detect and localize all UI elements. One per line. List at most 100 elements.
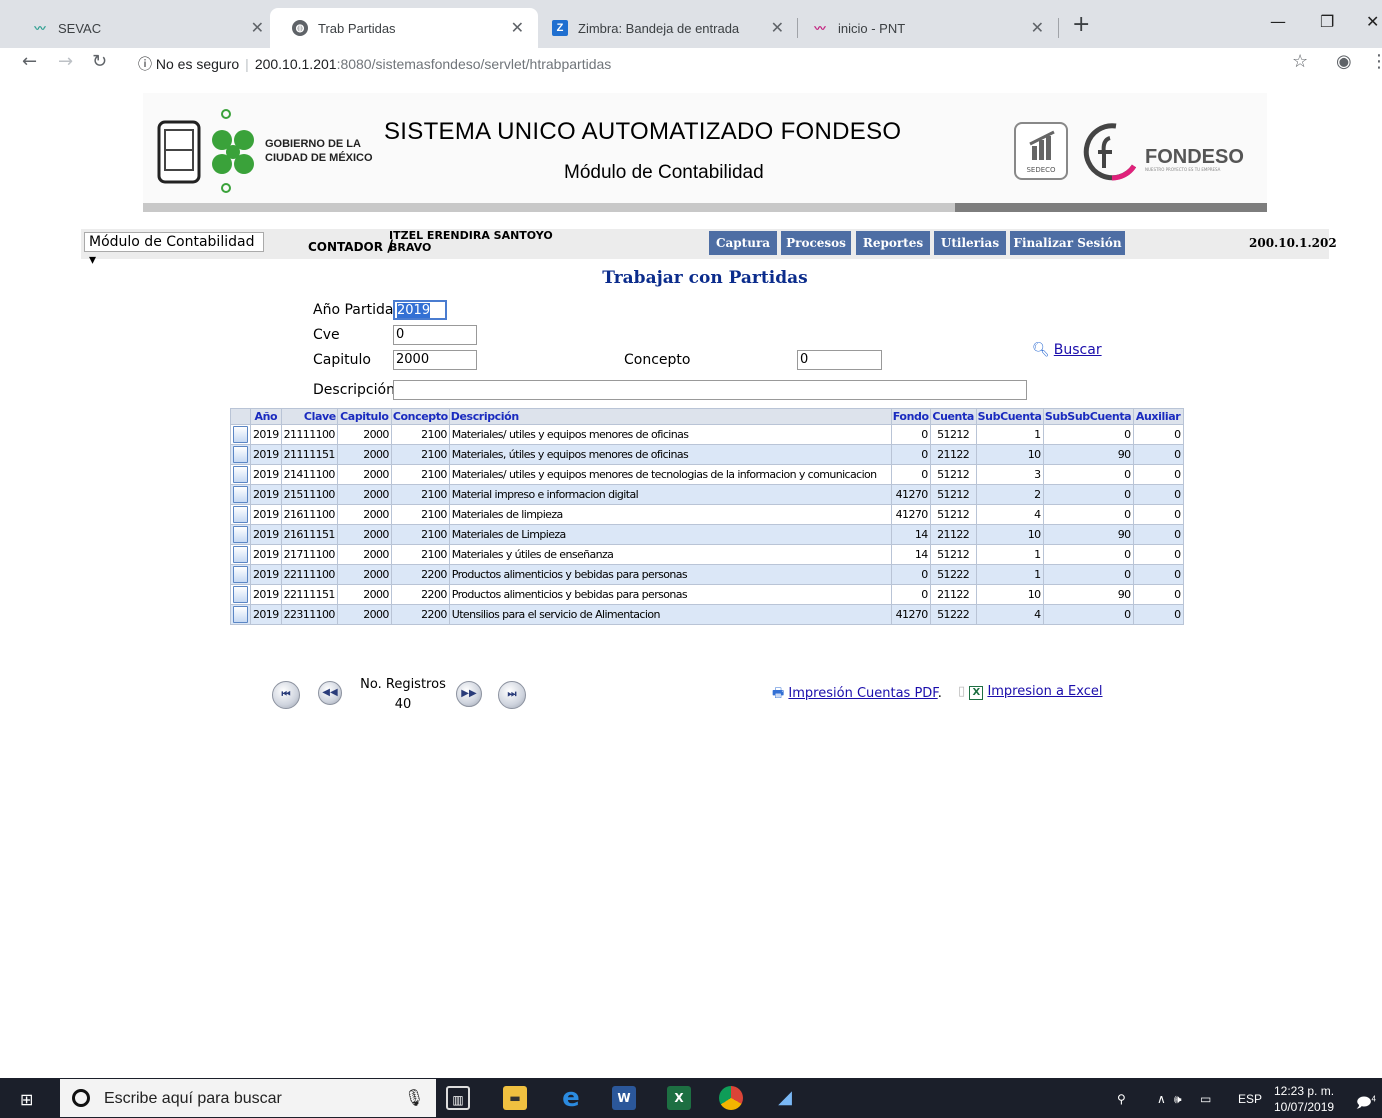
- row-action-cell[interactable]: [230, 524, 251, 545]
- column-header: Concepto: [390, 408, 450, 425]
- app-icon[interactable]: ◢: [773, 1086, 797, 1110]
- table-cell: 21511100: [280, 484, 338, 505]
- close-icon[interactable]: ✕: [1031, 18, 1044, 38]
- close-icon[interactable]: ✕: [251, 18, 264, 38]
- language-indicator[interactable]: ESP: [1238, 1092, 1262, 1106]
- document-icon[interactable]: [233, 586, 248, 603]
- table-cell: 2100: [390, 464, 450, 485]
- edge-icon[interactable]: e: [559, 1085, 583, 1111]
- tab-zimbra[interactable]: Z Zimbra: Bandeja de entrada ✕: [530, 8, 798, 48]
- row-action-cell[interactable]: [230, 444, 251, 465]
- document-icon[interactable]: [233, 466, 248, 483]
- document-icon[interactable]: [233, 506, 248, 523]
- document-icon[interactable]: [233, 526, 248, 543]
- anio-field[interactable]: 2019: [393, 300, 447, 320]
- table-cell: 22311100: [280, 604, 338, 625]
- first-page-button[interactable]: ⏮: [272, 681, 300, 709]
- tab-sevac[interactable]: 〰 SEVAC ✕: [10, 8, 278, 48]
- network-icon[interactable]: ▭: [1200, 1092, 1211, 1106]
- table-cell: 2100: [390, 424, 450, 445]
- table-cell: 0: [1042, 504, 1134, 525]
- menu-kebab-icon[interactable]: ⋮: [1370, 51, 1382, 72]
- globe-icon: ◍: [292, 20, 308, 36]
- taskbar-search[interactable]: Escribe aquí para buscar 🎙︎: [60, 1079, 436, 1117]
- table-cell: 0: [1132, 584, 1184, 605]
- cve-field[interactable]: 0: [393, 325, 477, 345]
- info-icon[interactable]: ⓘ: [138, 56, 152, 72]
- document-icon[interactable]: [233, 546, 248, 563]
- table-cell: 0: [1132, 544, 1184, 565]
- tray-chevron-icon[interactable]: ∧: [1157, 1092, 1166, 1106]
- row-action-cell[interactable]: [230, 584, 251, 605]
- document-icon[interactable]: [233, 486, 248, 503]
- taskbar-clock[interactable]: 12:23 p. m. 10/07/2019: [1274, 1083, 1334, 1115]
- volume-icon[interactable]: 🕪︎: [1174, 1092, 1182, 1107]
- microphone-icon[interactable]: 🎙︎: [404, 1088, 424, 1107]
- table-cell: 51212: [929, 484, 977, 505]
- close-icon[interactable]: ✕: [511, 18, 524, 38]
- tab-trab-partidas[interactable]: ◍ Trab Partidas ✕: [270, 8, 538, 48]
- people-icon[interactable]: ⚲: [1117, 1092, 1126, 1106]
- reload-icon[interactable]: ↻: [92, 51, 107, 72]
- chrome-icon[interactable]: [719, 1086, 743, 1110]
- menu-bar: [81, 229, 1329, 259]
- forward-icon[interactable]: →: [58, 51, 73, 72]
- window-close-button[interactable]: ✕: [1366, 12, 1379, 31]
- row-action-cell[interactable]: [230, 424, 251, 445]
- row-action-cell[interactable]: [230, 604, 251, 625]
- descripcion-field[interactable]: [393, 380, 1027, 400]
- table-cell: 51222: [929, 604, 977, 625]
- row-action-cell[interactable]: [230, 484, 251, 505]
- address-bar: ← → ↻ ⓘ No es seguro | 200.10.1.201:8080/s…: [0, 48, 1382, 78]
- printer-icon: 🖶: [772, 686, 785, 701]
- cve-label: Cve: [313, 327, 340, 343]
- menu-reportes[interactable]: Reportes: [856, 231, 930, 255]
- minimize-button[interactable]: —: [1270, 12, 1286, 31]
- table-cell: 14: [890, 544, 931, 565]
- table-cell: Materiales/ utiles y equipos menores de …: [448, 464, 892, 485]
- table-cell: 1: [975, 544, 1044, 565]
- table-cell: 21122: [929, 524, 977, 545]
- table-cell: 2200: [390, 604, 450, 625]
- document-icon[interactable]: [233, 446, 248, 463]
- bookmark-star-icon[interactable]: ☆: [1292, 51, 1308, 72]
- row-action-cell[interactable]: [230, 464, 251, 485]
- prev-page-button[interactable]: ◀◀: [318, 681, 342, 705]
- excel-taskbar-icon[interactable]: X: [667, 1086, 691, 1110]
- concepto-field[interactable]: 0: [797, 350, 882, 370]
- export-excel-link[interactable]: ▯ X Impresion a Excel: [958, 684, 1103, 700]
- word-icon[interactable]: W: [612, 1086, 636, 1110]
- module-select[interactable]: Módulo de Contabilidad ▾: [84, 232, 264, 268]
- row-action-cell[interactable]: [230, 544, 251, 565]
- document-icon[interactable]: [233, 606, 248, 623]
- table-header-row: Año Clave Capitulo Concepto Descripción …: [230, 408, 1184, 425]
- new-tab-button[interactable]: +: [1072, 12, 1090, 37]
- dropdown-arrow-icon: ▾: [89, 252, 97, 268]
- menu-utilerias[interactable]: Utilerias: [934, 231, 1006, 255]
- capitulo-field[interactable]: 2000: [393, 350, 477, 370]
- back-icon[interactable]: ←: [22, 51, 37, 72]
- restore-button[interactable]: ❐: [1320, 12, 1334, 31]
- tab-pnt[interactable]: 〰 inicio - PNT ✕: [790, 8, 1058, 48]
- row-action-cell[interactable]: [230, 504, 251, 525]
- menu-captura[interactable]: Captura: [709, 231, 777, 255]
- menu-finalizar-sesion[interactable]: Finalizar Sesión: [1010, 231, 1125, 255]
- next-page-button[interactable]: ▶▶: [456, 681, 482, 707]
- url-field[interactable]: ⓘ No es seguro | 200.10.1.201:8080/sistema…: [138, 54, 611, 74]
- close-icon[interactable]: ✕: [771, 18, 784, 38]
- file-explorer-icon[interactable]: ▬: [503, 1086, 527, 1110]
- profile-icon[interactable]: ◉: [1336, 51, 1352, 72]
- buscar-button[interactable]: 🔍︎ Buscar: [1032, 342, 1102, 358]
- windows-start-icon[interactable]: ⊞: [20, 1090, 33, 1109]
- column-header: Auxiliar: [1132, 408, 1184, 425]
- action-center-icon[interactable]: 🗩4: [1356, 1092, 1376, 1116]
- task-view-icon[interactable]: ▥: [446, 1086, 470, 1110]
- export-pdf-link[interactable]: 🖶 Impresión Cuentas PDF.: [772, 684, 942, 706]
- table-cell: 2000: [336, 424, 392, 445]
- document-icon[interactable]: [233, 426, 248, 443]
- document-icon[interactable]: [233, 566, 248, 583]
- last-page-button[interactable]: ⏭: [498, 681, 526, 709]
- menu-procesos[interactable]: Procesos: [781, 231, 851, 255]
- zimbra-icon: Z: [552, 20, 568, 36]
- row-action-cell[interactable]: [230, 564, 251, 585]
